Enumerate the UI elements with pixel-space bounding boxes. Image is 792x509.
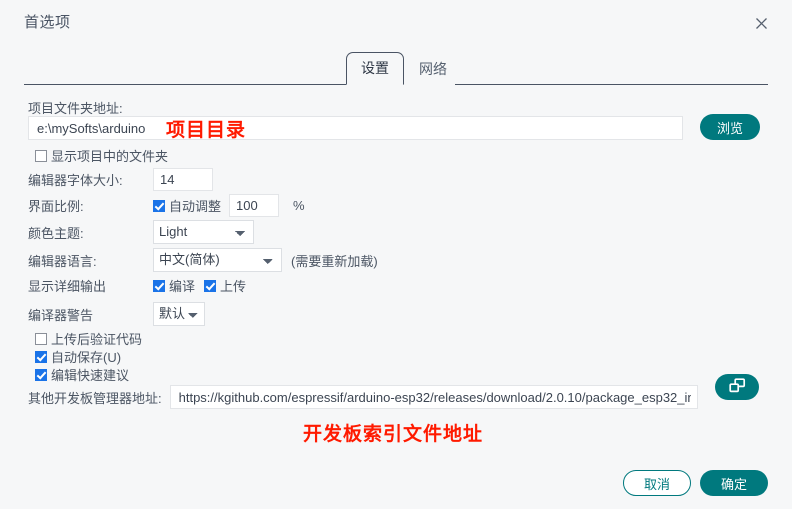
tab-settings[interactable]: 设置 (346, 52, 404, 85)
verbose-compile-label: 编译 (169, 279, 196, 294)
tab-bar: 设置 网络 (0, 52, 792, 85)
editor-language-select[interactable]: 中文(简体) (153, 248, 282, 272)
tab-network[interactable]: 网络 (404, 53, 462, 85)
verify-after-upload-checkbox[interactable]: 上传后验证代码 (35, 329, 142, 348)
verify-after-upload-label: 上传后验证代码 (51, 332, 143, 347)
annotation-project-dir: 项目目录 (166, 120, 247, 141)
compiler-warnings-row: 编译器警告 默认 (28, 302, 205, 326)
verbose-upload-label: 上传 (220, 279, 247, 294)
show-project-folders-checkbox[interactable]: 显示项目中的文件夹 (35, 146, 168, 165)
annotation-board-index-url: 开发板索引文件地址 (303, 424, 484, 445)
checkbox-box (153, 279, 165, 292)
board-manager-urls-input[interactable] (169, 385, 698, 409)
checkbox-box (35, 332, 47, 345)
editor-language-label: 编辑器语言: (28, 253, 97, 269)
ui-scale-label: 界面比例: (28, 199, 84, 214)
checkbox-box (35, 350, 47, 363)
verbose-output-row: 显示详细输出 编译 上传 (28, 276, 246, 295)
project-folder-input[interactable] (28, 116, 683, 140)
tabbar-rule-right (455, 84, 768, 85)
checkbox-box (35, 149, 47, 162)
show-project-folders-row: 显示项目中的文件夹 (35, 146, 168, 165)
auto-save-label: 自动保存(U) (51, 350, 122, 365)
compiler-warnings-label: 编译器警告 (28, 307, 94, 323)
color-theme-label: 颜色主题: (28, 225, 84, 241)
browse-button[interactable]: 浏览 (700, 114, 761, 140)
checkbox-box (204, 279, 217, 292)
ui-scale-unit: % (293, 198, 305, 213)
verbose-output-label: 显示详细输出 (28, 279, 107, 294)
auto-save-checkbox[interactable]: 自动保存(U) (35, 347, 121, 366)
multi-window-icon-button[interactable] (715, 374, 759, 400)
color-theme-row: 颜色主题: Light (28, 220, 254, 244)
project-folder-label-row: 项目文件夹地址: (28, 98, 123, 117)
editor-font-size-row: 编辑器字体大小: (28, 168, 213, 191)
checkbox-box (35, 368, 47, 381)
dialog-titlebar: 首选项 (0, 0, 792, 46)
show-project-folders-label: 显示项目中的文件夹 (51, 149, 169, 164)
quick-suggestions-row: 编辑快速建议 (35, 365, 129, 384)
ui-scale-row: 界面比例: 自动调整 % (28, 194, 305, 217)
compiler-warnings-select[interactable]: 默认 (153, 302, 205, 326)
editor-language-hint: (需要重新加载) (291, 253, 378, 269)
editor-font-size-input[interactable] (153, 168, 213, 191)
dialog-title: 首选项 (24, 14, 71, 31)
color-theme-select[interactable]: Light (153, 220, 254, 244)
multi-window-icon (728, 378, 746, 396)
project-folder-label: 项目文件夹地址: (28, 101, 123, 116)
auto-save-row: 自动保存(U) (35, 347, 121, 366)
verbose-upload-checkbox[interactable]: 上传 (204, 276, 246, 295)
editor-language-row: 编辑器语言: 中文(简体) (需要重新加载) (28, 248, 378, 272)
ui-scale-auto-checkbox[interactable]: 自动调整 (153, 196, 221, 215)
checkbox-box (153, 199, 165, 212)
project-folder-input-row (28, 116, 683, 140)
ui-scale-input[interactable] (229, 194, 280, 217)
board-manager-urls-label: 其他开发板管理器地址: (28, 390, 162, 406)
tabbar-rule-left (24, 84, 346, 85)
cancel-button[interactable]: 取消 (623, 470, 692, 496)
editor-font-size-label: 编辑器字体大小: (28, 173, 123, 188)
quick-suggestions-checkbox[interactable]: 编辑快速建议 (35, 365, 129, 384)
ok-button[interactable]: 确定 (700, 470, 769, 496)
ui-scale-auto-label: 自动调整 (169, 199, 222, 214)
verify-after-upload-row: 上传后验证代码 (35, 329, 142, 348)
board-manager-urls-row: 其他开发板管理器地址: (28, 385, 698, 409)
close-icon[interactable] (746, 8, 776, 38)
verbose-compile-checkbox[interactable]: 编译 (153, 276, 195, 295)
quick-suggestions-label: 编辑快速建议 (51, 368, 130, 383)
